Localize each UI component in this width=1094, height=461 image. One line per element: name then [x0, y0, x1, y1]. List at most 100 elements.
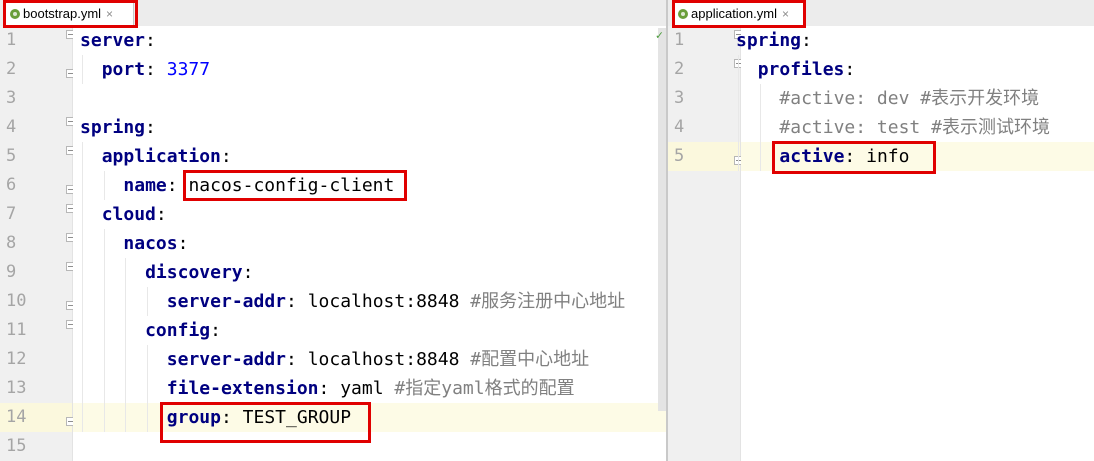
code-line[interactable]: spring: [73, 113, 666, 142]
code-text: server: [80, 26, 156, 55]
highlight-box-group [160, 402, 371, 443]
yaml-colon: : [220, 146, 232, 167]
yaml-key: server [80, 30, 146, 51]
yaml-key: profiles [757, 59, 845, 80]
indent-guide [759, 84, 761, 171]
yaml-comment: #指定yaml格式的配置 [394, 378, 575, 399]
check-icon: ✓ [655, 28, 663, 42]
code-text: file-extension: yaml #指定yaml格式的配置 [167, 374, 575, 403]
yaml-colon: : [286, 349, 297, 370]
yaml-value: localhost:8848 [307, 291, 460, 312]
yaml-colon: : [155, 204, 167, 225]
yaml-colon: : [801, 30, 812, 51]
line-number: 9 [6, 262, 17, 282]
line-number: 15 [6, 436, 27, 456]
code-text: server-addr: localhost:8848 #配置中心地址 [167, 345, 589, 374]
yaml-colon: : [145, 117, 156, 138]
yaml-value: yaml [340, 378, 384, 399]
code-line[interactable]: config: [73, 316, 666, 345]
yaml-value: 3377 [166, 59, 211, 80]
yaml-key: spring [80, 117, 146, 138]
highlight-box-name-value [183, 170, 407, 201]
indent-guide [147, 287, 149, 316]
line-number: 8 [6, 233, 17, 253]
gutter-row: 11 [0, 316, 75, 345]
line-number: 1 [6, 30, 17, 50]
code-line[interactable]: nacos: [73, 229, 666, 258]
gutter-row: 3 [0, 84, 72, 113]
gutter-row: 1 [0, 26, 75, 55]
code-editor[interactable]: spring: profiles: #active: dev #表示开发环境 #act… [736, 26, 1094, 461]
line-number: 5 [6, 146, 17, 166]
gutter-row: 3 [668, 84, 740, 113]
yaml-comment: #配置中心地址 [470, 349, 590, 370]
yaml-colon: : [242, 262, 254, 283]
code-line[interactable]: server-addr: localhost:8848 #配置中心地址 [73, 345, 666, 374]
indent-guide [82, 142, 83, 432]
gutter-row: 1 [668, 26, 743, 55]
code-text: #active: dev #表示开发环境 [779, 84, 1039, 113]
yaml-value: localhost:8848 [307, 349, 460, 370]
yaml-key: file-extension [166, 378, 319, 399]
gutter-row: 9 [0, 258, 75, 287]
line-number: 11 [6, 320, 27, 340]
code-line[interactable]: profiles: [741, 55, 1094, 84]
code-line[interactable]: #active: dev #表示开发环境 [741, 84, 1094, 113]
yaml-key: port [101, 59, 146, 80]
yaml-colon: : [166, 175, 178, 196]
gutter-row: 4 [668, 113, 740, 142]
code-line[interactable]: cloud: [73, 200, 666, 229]
code-line[interactable]: #active: test #表示测试环境 [741, 113, 1094, 142]
yaml-colon: : [210, 320, 221, 341]
code-editor[interactable]: server: port: 3377 spring: application: name… [73, 26, 666, 461]
highlight-box-application-tab [672, 0, 806, 28]
yaml-colon: : [145, 59, 156, 80]
code-text: spring: [80, 113, 156, 142]
code-line[interactable]: server-addr: localhost:8848 #服务注册中心地址 [73, 287, 666, 316]
yaml-key: spring [736, 30, 802, 51]
gutter-row: 12 [0, 345, 72, 374]
gutter-row: 5 [0, 142, 75, 171]
code-text: config: [145, 316, 221, 345]
code-line[interactable]: file-extension: yaml #指定yaml格式的配置 [73, 374, 666, 403]
yaml-colon: : [286, 291, 297, 312]
code-text: server-addr: localhost:8848 #服务注册中心地址 [167, 287, 625, 316]
line-number: 3 [674, 88, 685, 108]
code-line[interactable] [73, 84, 666, 113]
code-text: discovery: [145, 258, 253, 287]
code-line[interactable]: discovery: [73, 258, 666, 287]
code-line[interactable]: spring: [736, 26, 1094, 55]
highlight-box-active [772, 141, 936, 174]
highlight-box-bootstrap-tab [3, 0, 138, 28]
gutter-row: 2 [668, 55, 743, 84]
line-number: 2 [6, 59, 17, 79]
line-number: 3 [6, 88, 17, 108]
line-number: 4 [674, 117, 685, 137]
code-text: nacos: [123, 229, 188, 258]
editor-pane-bootstrap: bootstrap.yml × 1 2 3 4 5 6 7 8 9 10 11 12 13 14 15 se… [0, 0, 666, 461]
line-number: 1 [674, 30, 685, 50]
code-line[interactable]: application: [73, 142, 666, 171]
yaml-key: discovery [145, 262, 243, 283]
line-number: 13 [6, 378, 27, 398]
code-line[interactable]: port: 3377 [73, 55, 666, 84]
yaml-key: server-addr [166, 349, 287, 370]
gutter-row: 2 [0, 55, 75, 84]
code-line[interactable]: server: [73, 26, 666, 55]
line-number: 14 [6, 407, 27, 427]
indent-guide [738, 55, 739, 171]
yaml-key: cloud [101, 204, 156, 225]
line-number-gutter: 1 2 3 4 5 [668, 26, 743, 461]
yaml-colon: : [177, 233, 189, 254]
yaml-key: config [145, 320, 211, 341]
vertical-scrollbar[interactable] [658, 28, 666, 411]
line-number: 2 [674, 59, 685, 79]
yaml-comment: #服务注册中心地址 [470, 291, 626, 312]
gutter-row: 15 [0, 432, 72, 461]
line-number: 12 [6, 349, 27, 369]
editor-pane-application: application.yml × 12345 spring: profiles:… [668, 0, 1094, 461]
code-text: profiles: [758, 55, 856, 84]
yaml-comment: #active: test #表示测试环境 [779, 117, 1050, 138]
yaml-key: server-addr [166, 291, 287, 312]
gutter-row: 13 [0, 374, 72, 403]
